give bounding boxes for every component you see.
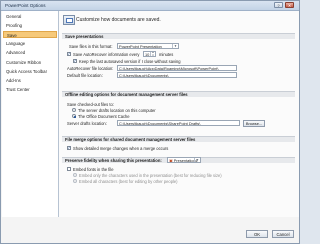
options-content: Customize how documents are saved. Save …: [59, 11, 299, 217]
nav-item-quick-access-toolbar[interactable]: Quick Access Toolbar: [3, 68, 57, 75]
nav-item-add-ins[interactable]: Add-Ins: [3, 77, 57, 84]
drafts-location-input[interactable]: C:\Users\tkauch\Documents\SharePoint Dra…: [117, 120, 240, 126]
nav-item-proofing[interactable]: Proofing: [3, 22, 57, 29]
default-location-input[interactable]: C:\Users\tkauch\Documents\: [117, 72, 237, 78]
section-save-presentations: Save presentations: [62, 33, 295, 39]
drafts-location-label: Server drafts location:: [67, 121, 107, 126]
server-drafts-radio[interactable]: [72, 108, 76, 112]
nav-item-advanced[interactable]: Advanced: [3, 49, 57, 56]
title-bar: PowerPoint Options ? ✕: [1, 1, 299, 11]
nav-item-save[interactable]: Save: [3, 31, 57, 38]
save-format-select[interactable]: PowerPoint Presentation ▼: [117, 43, 179, 49]
show-merge-changes-checkbox[interactable]: [67, 145, 71, 150]
help-button[interactable]: ?: [274, 2, 283, 8]
nav-item-customize-ribbon[interactable]: Customize Ribbon: [3, 59, 57, 66]
nav-item-general[interactable]: General: [3, 13, 57, 20]
format-label: Save files in this format:: [69, 44, 113, 49]
embed-fonts-label: Embed fonts in the file: [73, 167, 114, 172]
options-dialog: PowerPoint Options ? ✕ General Proofing …: [0, 0, 300, 244]
ok-button[interactable]: OK: [246, 230, 268, 238]
embed-all-chars-label: Embed all characters (best for editing b…: [79, 179, 178, 184]
show-merge-changes-label: Show detailed merge changes when a merge…: [73, 146, 169, 151]
chevron-down-icon: ▼: [172, 44, 177, 48]
section-file-merge: File merge options for shared document m…: [62, 136, 295, 142]
nav-item-language[interactable]: Language: [3, 40, 57, 47]
default-location-label: Default file location:: [67, 73, 103, 78]
save-disk-icon: [63, 15, 75, 25]
section-offline-editing: Offline editing options for document man…: [62, 91, 295, 97]
close-icon: ✕: [287, 3, 292, 8]
autorecover-location-label: AutoRecover file location:: [67, 66, 114, 71]
minutes-label: minutes: [159, 52, 174, 57]
autorecover-checkbox[interactable]: [67, 51, 71, 56]
cancel-button[interactable]: Cancel: [272, 230, 294, 238]
spinner-arrows-icon: ▲ ▼: [150, 51, 155, 57]
server-drafts-label: The server drafts location on this compu…: [78, 108, 156, 113]
autorecover-minutes-value: 10: [145, 52, 150, 57]
office-cache-radio[interactable]: [72, 114, 76, 118]
checkout-label: Save checked-out files to:: [67, 102, 114, 107]
presentation-select[interactable]: ▣ Presentation1 ▼: [167, 157, 201, 163]
save-format-value: PowerPoint Presentation: [119, 44, 162, 49]
embed-used-chars-radio[interactable]: [73, 173, 77, 177]
close-button[interactable]: ✕: [285, 2, 294, 8]
keep-last-autosave-checkbox[interactable]: [73, 58, 77, 63]
embed-fonts-checkbox[interactable]: [67, 167, 71, 171]
office-cache-label: The Office Document Cache: [78, 114, 130, 119]
embed-used-chars-label: Embed only the characters used in the pr…: [79, 173, 222, 178]
options-nav: General Proofing Save Language Advanced …: [2, 11, 59, 217]
help-icon: ?: [277, 3, 280, 8]
window-title: PowerPoint Options: [5, 3, 46, 8]
fidelity-header: Preserve fidelity when sharing this pres…: [65, 158, 162, 163]
autorecover-minutes-input[interactable]: 10 ▲ ▼: [143, 51, 156, 57]
page-description: Customize how documents are saved.: [76, 17, 161, 23]
chevron-down-icon: ▼: [194, 158, 199, 162]
browse-button[interactable]: Browse...: [243, 120, 265, 127]
autorecover-label: Save AutoRecover information every: [73, 52, 140, 57]
nav-item-trust-center[interactable]: Trust Center: [3, 86, 57, 93]
embed-all-chars-radio[interactable]: [73, 179, 77, 183]
autorecover-location-input[interactable]: C:\Users\tkauch\AppData\Roaming\Microsof…: [117, 65, 237, 71]
keep-last-autosave-label: Keep the last autosaved version if I clo…: [79, 59, 181, 64]
